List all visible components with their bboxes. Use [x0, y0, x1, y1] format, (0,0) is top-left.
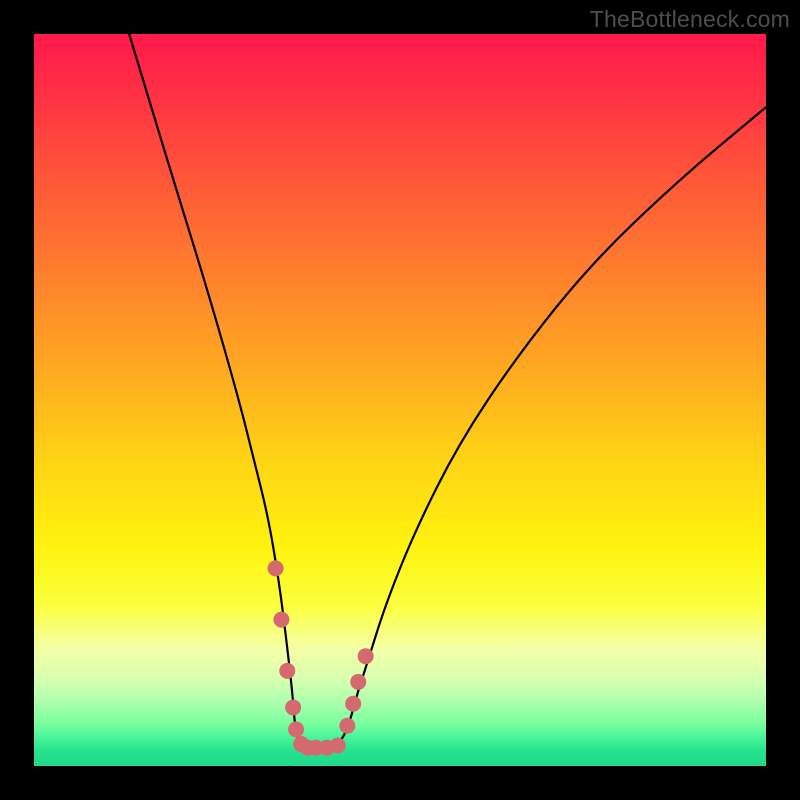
plot-area: [34, 34, 766, 766]
highlight-dot: [285, 699, 301, 715]
chart-svg: [34, 34, 766, 766]
highlight-dot: [273, 612, 289, 628]
watermark-text: TheBottleneck.com: [590, 6, 790, 33]
bottleneck-curve: [129, 34, 766, 748]
highlight-dot: [339, 718, 355, 734]
highlight-dot: [345, 696, 361, 712]
curve-layer: [129, 34, 766, 748]
highlight-dot: [358, 648, 374, 664]
highlight-dot: [279, 663, 295, 679]
highlight-dots-right: [339, 648, 373, 734]
highlight-dot: [268, 560, 284, 576]
highlight-dot: [288, 721, 304, 737]
highlight-dot: [330, 738, 346, 754]
highlight-dot: [350, 674, 366, 690]
chart-stage: TheBottleneck.com: [0, 0, 800, 800]
